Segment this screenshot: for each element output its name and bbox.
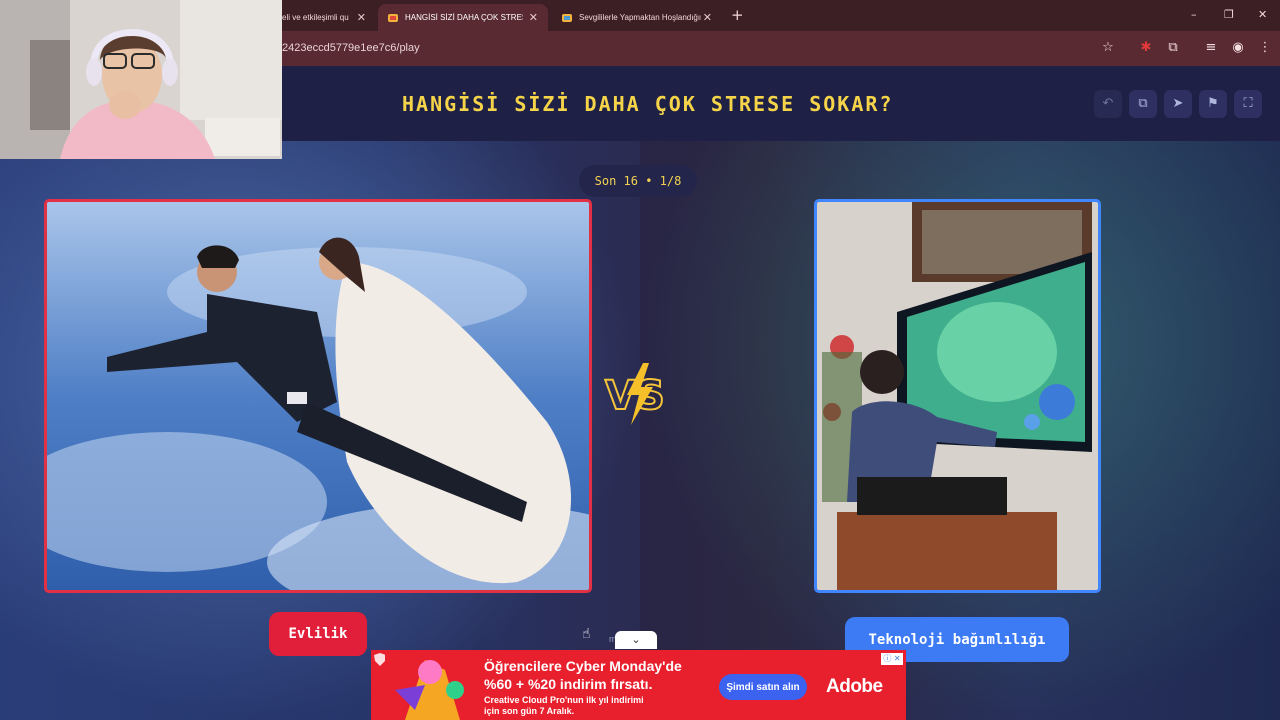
minimize-button[interactable]: – xyxy=(1191,8,1197,21)
adobe-logo: Adobe xyxy=(826,676,883,697)
gaming-photo xyxy=(817,202,1098,590)
menu-icon[interactable]: ⋮ xyxy=(1257,40,1273,56)
share-button[interactable]: ⧉ xyxy=(1129,90,1157,118)
url-field[interactable]: 2423eccd5779e1ee7c6/play xyxy=(282,42,420,54)
ad-collapse-button[interactable]: ⌄ xyxy=(615,631,657,649)
media-icon[interactable]: ≡ xyxy=(1203,40,1219,56)
chevron-down-icon: ⌄ xyxy=(631,633,641,646)
close-icon[interactable]: ✕ xyxy=(529,11,538,24)
choose-left-button[interactable]: Evlilik xyxy=(269,612,367,656)
round-indicator: Son 16 • 1/8 xyxy=(579,165,697,197)
game-page: HANGİSİ SİZİ DAHA ÇOK STRESE SOKAR? ↶ ⧉ … xyxy=(0,66,1280,720)
vs-lightning-icon: VS xyxy=(604,363,666,425)
flag-button[interactable]: ⚑ xyxy=(1199,90,1227,118)
right-choice-card[interactable] xyxy=(814,199,1101,593)
page-title: HANGİSİ SİZİ DAHA ÇOK STRESE SOKAR? xyxy=(402,92,894,116)
send-button[interactable]: ➤ xyxy=(1164,90,1192,118)
undo-button[interactable]: ↶ xyxy=(1094,90,1122,118)
bookmark-star-icon[interactable]: ☆ xyxy=(1100,40,1116,56)
ad-cta-button[interactable]: Şimdi satın alın xyxy=(719,674,807,700)
tab-2[interactable]: HANGİSİ SİZİ DAHA ÇOK STRESE S ✕ xyxy=(378,4,548,31)
fullscreen-button[interactable]: ⛶ xyxy=(1234,90,1262,118)
mouse-cursor-icon: ☝ xyxy=(582,626,591,642)
webcam-image xyxy=(0,0,282,159)
ad-subtext: Creative Cloud Pro'nun ilk yıl indirimi xyxy=(484,695,644,705)
wedding-photo xyxy=(47,202,589,590)
extension-icon[interactable]: ✱ xyxy=(1138,40,1154,56)
profile-avatar[interactable]: ◉ xyxy=(1230,40,1246,56)
puzzle-icon[interactable]: ⧉ xyxy=(1165,40,1181,56)
tab-label: Sevgililerle Yapmaktan Hoşlandığın xyxy=(579,13,701,22)
close-icon[interactable]: ✕ xyxy=(703,11,712,24)
favicon-icon xyxy=(562,13,572,23)
ad-info-icon[interactable]: ⓘ ✕ xyxy=(881,653,903,665)
favicon-icon xyxy=(388,13,398,23)
tab-label: HANGİSİ SİZİ DAHA ÇOK STRESE S xyxy=(405,13,523,22)
screen: eli ve etkileşimli qu ✕ HANGİSİ SİZİ DAH… xyxy=(0,0,1280,720)
ad-banner[interactable]: Öğrencilere Cyber Monday'de %60 + %20 in… xyxy=(371,650,906,720)
new-tab-button[interactable]: + xyxy=(731,6,744,24)
tab-1[interactable]: eli ve etkileşimli qu ✕ xyxy=(272,4,376,31)
tab-label: eli ve etkileşimli qu xyxy=(282,13,349,22)
ad-subtext-2: için son gün 7 Aralık. xyxy=(484,706,575,716)
close-icon[interactable]: ✕ xyxy=(357,11,366,24)
ad-headline-2: %60 + %20 indirim fırsatı. xyxy=(484,676,653,692)
window-close-button[interactable]: ✕ xyxy=(1258,8,1267,21)
left-choice-card[interactable] xyxy=(44,199,592,593)
tab-3[interactable]: Sevgililerle Yapmaktan Hoşlandığın ✕ xyxy=(552,4,722,31)
ad-headline: Öğrencilere Cyber Monday'de xyxy=(484,658,682,674)
ad-illustration xyxy=(385,650,477,720)
maximize-button[interactable]: ❐ xyxy=(1224,8,1234,21)
webcam-overlay xyxy=(0,0,282,159)
